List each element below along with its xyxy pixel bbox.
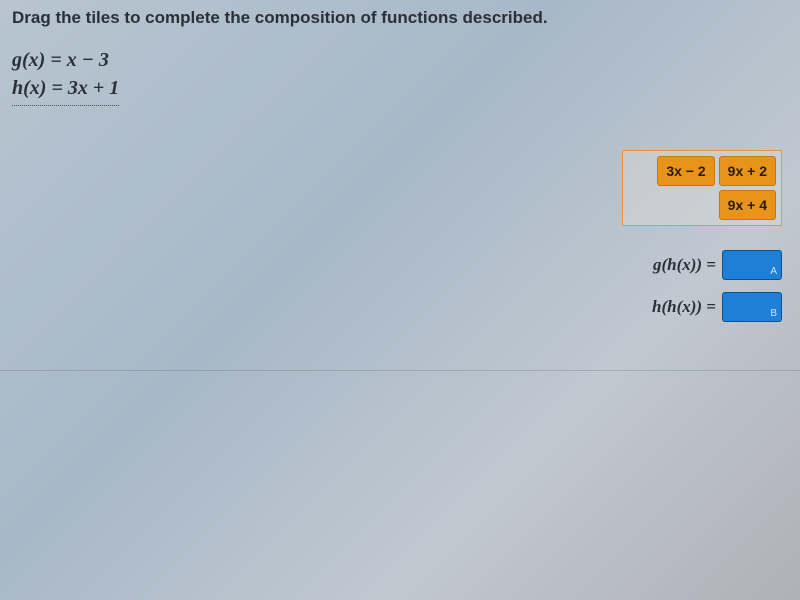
divider-line (0, 370, 800, 371)
draggable-tile[interactable]: 3x − 2 (657, 156, 714, 186)
function-definitions: g(x) = x − 3 h(x) = 3x + 1 (12, 46, 119, 106)
function-h: h(x) = 3x + 1 (12, 74, 119, 102)
instruction-text: Drag the tiles to complete the compositi… (12, 8, 548, 28)
answer-area: g(h(x)) = A h(h(x)) = B (582, 250, 782, 334)
function-g: g(x) = x − 3 (12, 46, 119, 74)
answer-label: g(h(x)) = (653, 255, 716, 275)
drop-slot-b[interactable]: B (722, 292, 782, 322)
tile-palette: 3x − 2 9x + 2 9x + 4 (622, 150, 782, 226)
answer-row: g(h(x)) = A (582, 250, 782, 280)
draggable-tile[interactable]: 9x + 4 (719, 190, 776, 220)
draggable-tile[interactable]: 9x + 2 (719, 156, 776, 186)
answer-label: h(h(x)) = (652, 297, 716, 317)
tile-box: 3x − 2 9x + 2 9x + 4 (622, 150, 782, 226)
drop-slot-a[interactable]: A (722, 250, 782, 280)
answer-row: h(h(x)) = B (582, 292, 782, 322)
